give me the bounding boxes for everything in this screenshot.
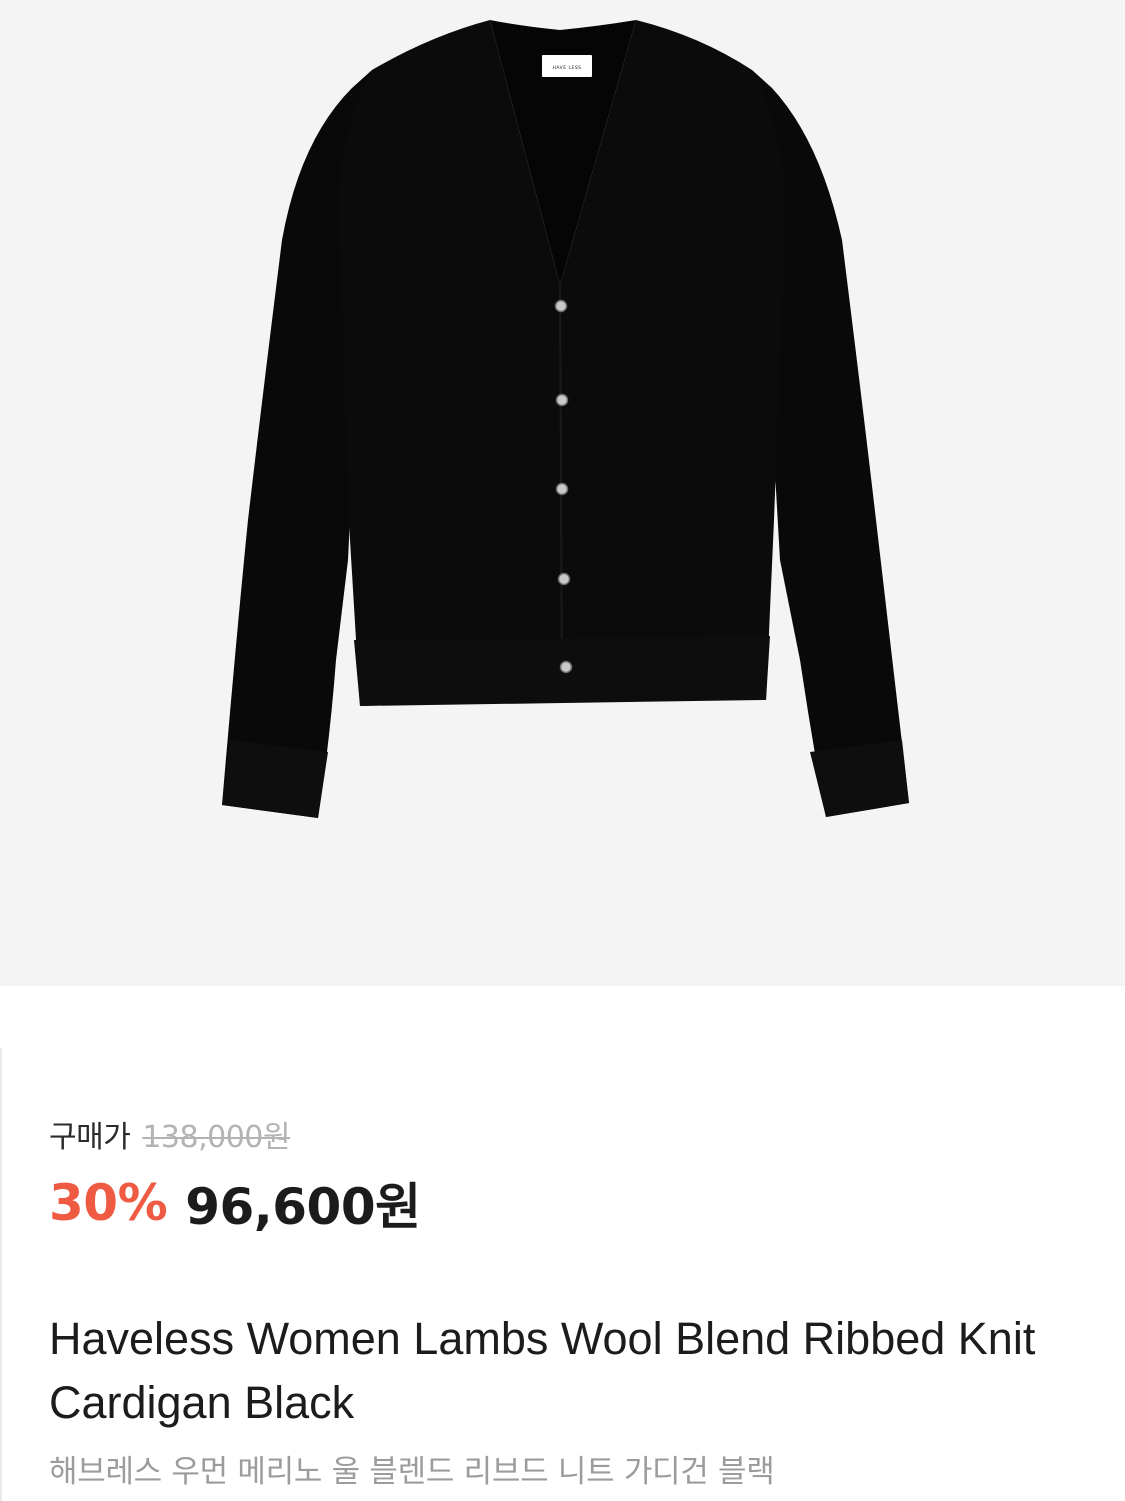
left-cuff	[222, 740, 328, 818]
button-3	[555, 482, 569, 496]
product-image[interactable]: HAVE LESS	[0, 0, 1125, 986]
brand-label-text: HAVE LESS	[552, 65, 581, 71]
divider	[0, 1048, 2, 1501]
button-1	[554, 299, 568, 313]
right-cuff	[810, 740, 909, 817]
price-label: 구매가	[49, 1120, 131, 1155]
product-title: Haveless Women Lambs Wool Blend Ribbed K…	[49, 1313, 1036, 1428]
cardigan-illustration: HAVE LESS	[222, 20, 909, 818]
button-4	[557, 572, 571, 586]
original-price: 138,000원	[142, 1120, 290, 1155]
price-label-row: 구매가 138,000원	[49, 1112, 290, 1156]
price-row: 30% 96,600원	[49, 1170, 421, 1236]
product-title-korean: 해브레스 우먼 메리노 울 블렌드 리브드 니트 가디건 블랙	[49, 1454, 775, 1490]
button-2	[555, 393, 569, 407]
button-5	[559, 660, 573, 674]
sale-price: 96,600원	[185, 1178, 421, 1236]
discount-rate: 30%	[49, 1174, 168, 1232]
